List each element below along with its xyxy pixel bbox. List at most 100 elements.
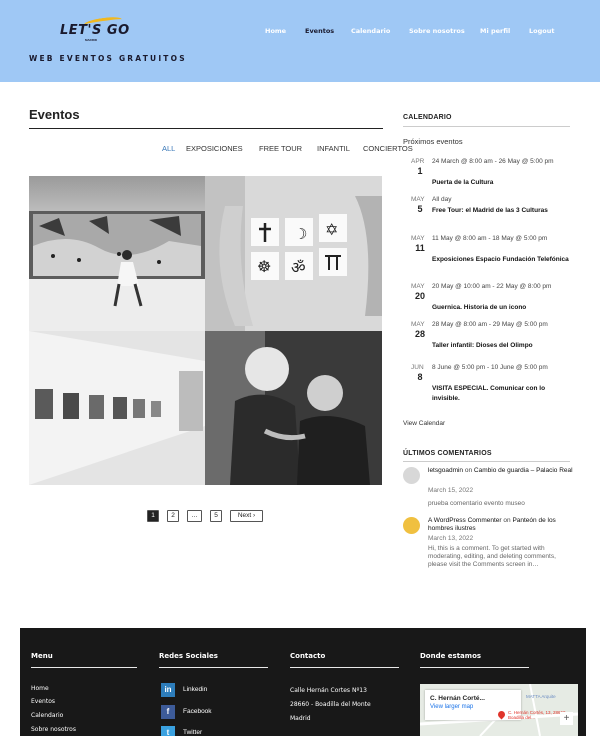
comment-on-label: on bbox=[464, 467, 473, 474]
footer-map-heading: Donde estamos bbox=[420, 652, 482, 660]
comment-meta: A WordPress Commenter on Panteón de los … bbox=[428, 517, 573, 533]
event-image-museum-painting[interactable] bbox=[29, 176, 205, 331]
comment-date: March 13, 2022 bbox=[428, 535, 474, 542]
page-2-button[interactable]: 2 bbox=[167, 510, 179, 522]
elderly-women-graphic bbox=[205, 331, 382, 485]
avatar bbox=[403, 467, 420, 484]
event-date-range: 11 May @ 8:00 am - 18 May @ 5:00 pm bbox=[432, 235, 548, 242]
painting-scene-graphic bbox=[29, 211, 205, 331]
twitter-label: Twitter bbox=[183, 729, 203, 736]
footer-menu-divider bbox=[31, 667, 137, 668]
title-divider bbox=[29, 128, 383, 129]
nav-logout[interactable]: Logout bbox=[529, 27, 554, 35]
event-date-range: 20 May @ 10:00 am - 22 May @ 8:00 pm bbox=[432, 283, 552, 290]
contact-address-line: Calle Hernán Cortes Nº13 bbox=[290, 687, 367, 694]
event-image-gallery-hallway[interactable] bbox=[29, 331, 205, 485]
event-date-range: 24 March @ 8:00 am - 26 May @ 5:00 pm bbox=[432, 158, 554, 165]
calendar-heading: CALENDARIO bbox=[403, 114, 452, 121]
footer-link-sobre-nosotros[interactable]: Sobre nosotros bbox=[31, 726, 76, 733]
site-footer: Menu Home Eventos Calendario Sobre nosot… bbox=[20, 628, 586, 736]
filter-infantil[interactable]: INFANTIL bbox=[317, 144, 350, 153]
event-title-link[interactable]: VISITA ESPECIAL. Comunicar con lo invisi… bbox=[432, 384, 574, 403]
view-calendar-link[interactable]: View Calendar bbox=[403, 420, 445, 427]
footer-link-calendario[interactable]: Calendario bbox=[31, 712, 63, 719]
event-day: 1 bbox=[417, 166, 423, 176]
svg-text:ॐ: ॐ bbox=[291, 258, 306, 277]
event-image-religious-symbols[interactable]: ☽ ✡ ☸ ॐ bbox=[205, 176, 382, 331]
comment-excerpt: prueba comentario evento museo bbox=[428, 500, 525, 507]
linkedin-label: Linkedin bbox=[183, 686, 208, 693]
event-title-link[interactable]: Free Tour: el Madrid de las 3 Culturas bbox=[432, 206, 574, 216]
page-1-button[interactable]: 1 bbox=[147, 510, 159, 522]
contact-address-line: 28660 - Boadilla del Monte bbox=[290, 701, 371, 708]
filter-all[interactable]: ALL bbox=[162, 144, 175, 153]
event-date-range: 8 June @ 5:00 pm - 10 June @ 5:00 pm bbox=[432, 364, 548, 371]
event-title-link[interactable]: Exposiciones Espacio Fundación Telefónic… bbox=[432, 255, 574, 265]
comment-meta: letsgoadmin on Cambio de guardia – Palac… bbox=[428, 467, 573, 475]
event-day: 11 bbox=[415, 243, 425, 253]
nav-eventos[interactable]: Eventos bbox=[305, 27, 334, 35]
footer-contact-divider bbox=[290, 667, 399, 668]
nav-sobre-nosotros[interactable]: Sobre nosotros bbox=[409, 27, 465, 35]
avatar bbox=[403, 517, 420, 534]
footer-social-divider bbox=[159, 667, 268, 668]
calendar-heading-divider bbox=[403, 126, 570, 127]
filter-free-tour[interactable]: FREE TOUR bbox=[259, 144, 302, 153]
page-ellipsis: … bbox=[187, 510, 202, 522]
upcoming-events-label: Próximos eventos bbox=[403, 137, 463, 146]
zoom-in-button[interactable]: + bbox=[560, 712, 573, 725]
comments-heading-divider bbox=[403, 461, 570, 462]
event-title-link[interactable]: Taller infantil: Dioses del Olimpo bbox=[432, 341, 574, 351]
footer-map-divider bbox=[420, 667, 529, 668]
site-header: LET'S GO MADRID WEB EVENTOS GRATUITOS Ho… bbox=[0, 0, 600, 82]
event-day: 8 bbox=[417, 372, 423, 382]
comments-heading: ÚLTIMOS COMENTARIOS bbox=[403, 450, 492, 457]
svg-text:☸: ☸ bbox=[257, 257, 271, 276]
event-date-range: All day bbox=[432, 196, 452, 203]
event-day: 20 bbox=[414, 291, 425, 301]
page-title: Eventos bbox=[29, 107, 80, 122]
event-month: MAY bbox=[411, 321, 425, 328]
page-5-button[interactable]: 5 bbox=[210, 510, 222, 522]
svg-text:✡: ✡ bbox=[325, 220, 338, 239]
event-grid: ☽ ✡ ☸ ॐ bbox=[29, 176, 382, 485]
event-day: 28 bbox=[414, 329, 425, 339]
footer-social-heading: Redes Sociales bbox=[159, 652, 218, 660]
footer-menu-heading: Menu bbox=[31, 652, 53, 660]
contact-address-line: Madrid bbox=[290, 715, 311, 722]
footer-contact-heading: Contacto bbox=[290, 652, 326, 660]
footer-link-home[interactable]: Home bbox=[31, 685, 49, 692]
svg-text:☽: ☽ bbox=[294, 225, 307, 243]
logo-text: LET'S GO bbox=[60, 23, 130, 38]
site-logo[interactable]: LET'S GO MADRID bbox=[52, 15, 132, 46]
event-image-elderly-women[interactable] bbox=[205, 331, 382, 485]
event-month: MAY bbox=[411, 196, 425, 203]
event-month: JUN bbox=[411, 364, 424, 371]
comment-post-link[interactable]: Cambio de guardia – Palacio Real bbox=[474, 467, 573, 474]
comment-author-link[interactable]: letsgoadmin bbox=[428, 467, 463, 474]
facebook-label: Facebook bbox=[183, 708, 212, 715]
nav-home[interactable]: Home bbox=[265, 27, 286, 35]
event-month: MAY bbox=[411, 235, 425, 242]
comment-excerpt: Hi, this is a comment. To get started wi… bbox=[428, 545, 556, 568]
footer-link-eventos[interactable]: Eventos bbox=[31, 698, 55, 705]
map-poi-label: MATTA Arquite bbox=[526, 694, 556, 699]
next-page-button[interactable]: Next › bbox=[230, 510, 263, 522]
map-pin-label: C. Hernán Cortés, 13, 28660 Boadilla del… bbox=[508, 710, 566, 720]
event-title-link[interactable]: Puerta de la Cultura bbox=[432, 178, 574, 188]
nav-mi-perfil[interactable]: Mi perfil bbox=[480, 27, 510, 35]
event-month: MAY bbox=[411, 283, 425, 290]
view-larger-map-link[interactable]: View larger map bbox=[430, 704, 473, 710]
gallery-graphic bbox=[29, 331, 205, 485]
location-map[interactable]: C. Hernán Corté... View larger map MATTA… bbox=[420, 684, 578, 736]
event-month: APR bbox=[411, 158, 425, 165]
logo-subtext: MADRID bbox=[85, 38, 97, 42]
map-place-name: C. Hernán Corté... bbox=[430, 695, 485, 702]
nav-calendario[interactable]: Calendario bbox=[351, 27, 390, 35]
event-title-link[interactable]: Guernica. Historia de un icono bbox=[432, 303, 574, 313]
event-day: 5 bbox=[417, 204, 423, 214]
site-tagline: WEB EVENTOS GRATUITOS bbox=[29, 54, 187, 63]
filter-exposiciones[interactable]: EXPOSICIONES bbox=[186, 144, 243, 153]
map-info-card: C. Hernán Corté... View larger map bbox=[425, 690, 521, 720]
comment-author-link[interactable]: A WordPress Commenter bbox=[428, 517, 502, 524]
